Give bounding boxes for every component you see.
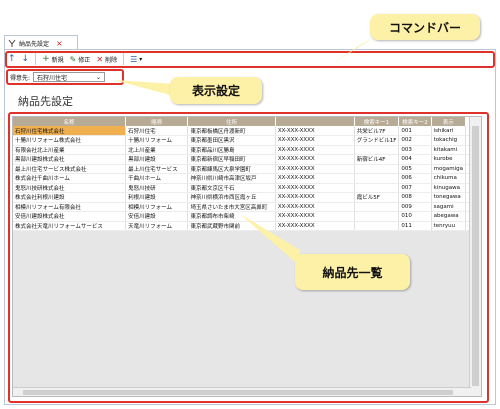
tab-delivery-settings[interactable]: 納品先設定 ×: [4, 35, 78, 50]
callout-display-settings: 表示設定: [170, 77, 262, 104]
command-bar-highlight: [5, 51, 495, 68]
callout-pointer: [240, 214, 300, 266]
callout-delivery-list: 納品先一覧: [295, 254, 410, 290]
display-settings-highlight: [6, 69, 124, 85]
tab-label: 納品先設定: [19, 40, 50, 48]
callout-command-bar: コマンドバー: [370, 14, 480, 40]
callout-pointer: [114, 80, 174, 96]
settings-icon: [8, 39, 16, 47]
callout-pointer: [330, 37, 375, 65]
close-icon[interactable]: ×: [56, 39, 63, 48]
page-title: 納品先設定: [18, 95, 73, 108]
